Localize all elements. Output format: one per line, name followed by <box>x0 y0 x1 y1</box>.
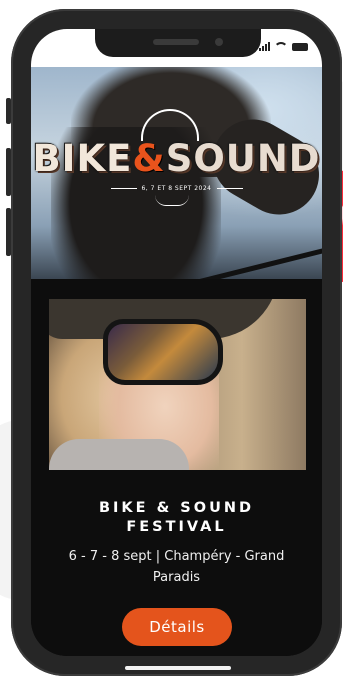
cellular-signal-icon <box>259 42 270 51</box>
event-photo <box>49 299 306 470</box>
event-card: BIKE & SOUND FESTIVAL 6 - 7 - 8 sept | C… <box>31 279 322 656</box>
event-photo-goggles <box>103 319 223 385</box>
front-camera <box>215 38 223 46</box>
logo-word-sound: SOUND <box>165 137 321 180</box>
wifi-icon <box>274 42 288 51</box>
logo-date: 6, 7 ET 8 SEPT 2024 <box>141 185 212 192</box>
phone-screen: BIKE&SOUND 6, 7 ET 8 SEPT 2024 BIKE & SO… <box>31 29 322 656</box>
notch <box>95 29 261 57</box>
logo-ampersand: & <box>132 137 166 180</box>
home-indicator[interactable] <box>125 666 231 670</box>
battery-icon <box>292 43 308 51</box>
speaker-grille <box>153 39 199 45</box>
mockup-canvas: BIKE&SOUND 6, 7 ET 8 SEPT 2024 BIKE & SO… <box>0 0 343 680</box>
status-icons <box>259 42 308 51</box>
details-button[interactable]: Détails <box>122 608 232 646</box>
event-photo-jacket <box>49 439 189 470</box>
logo-rule-right <box>217 188 243 189</box>
event-title: BIKE & SOUND FESTIVAL <box>98 500 255 535</box>
event-date-location: 6 - 7 - 8 sept | Champéry - Grand Paradi… <box>68 549 285 585</box>
logo-word-bike: BIKE <box>32 137 133 180</box>
phone-frame: BIKE&SOUND 6, 7 ET 8 SEPT 2024 BIKE & SO… <box>11 9 342 676</box>
hero-banner: BIKE&SOUND 6, 7 ET 8 SEPT 2024 <box>31 67 322 279</box>
festival-logo: BIKE&SOUND <box>31 137 322 180</box>
